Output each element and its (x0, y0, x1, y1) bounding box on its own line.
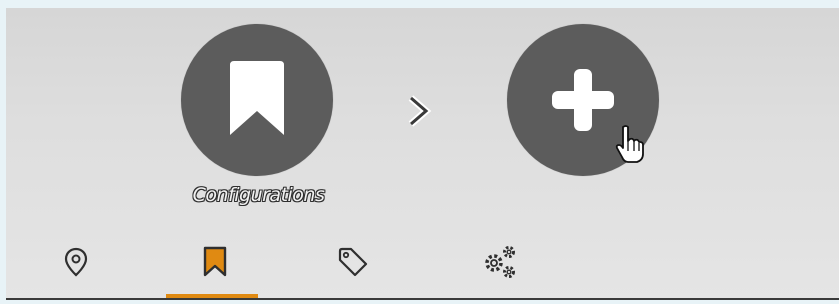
bookmark-icon (203, 246, 227, 277)
location-pin-icon (64, 247, 88, 277)
configuration-panel: Configurations (6, 8, 839, 300)
tab-location[interactable] (48, 234, 104, 290)
configurations-label: Configurations (192, 184, 325, 206)
configurations-button[interactable] (181, 24, 333, 176)
hand-cursor-icon (615, 125, 644, 163)
tab-bar-divider (6, 298, 839, 300)
plus-icon (552, 69, 614, 131)
bookmark-icon (230, 61, 284, 135)
tab-configurations[interactable] (187, 234, 243, 290)
chevron-right-icon (408, 95, 432, 127)
tab-tags[interactable] (325, 234, 381, 290)
tab-settings[interactable] (472, 234, 528, 290)
tag-icon (338, 247, 368, 277)
gears-icon (485, 246, 515, 278)
